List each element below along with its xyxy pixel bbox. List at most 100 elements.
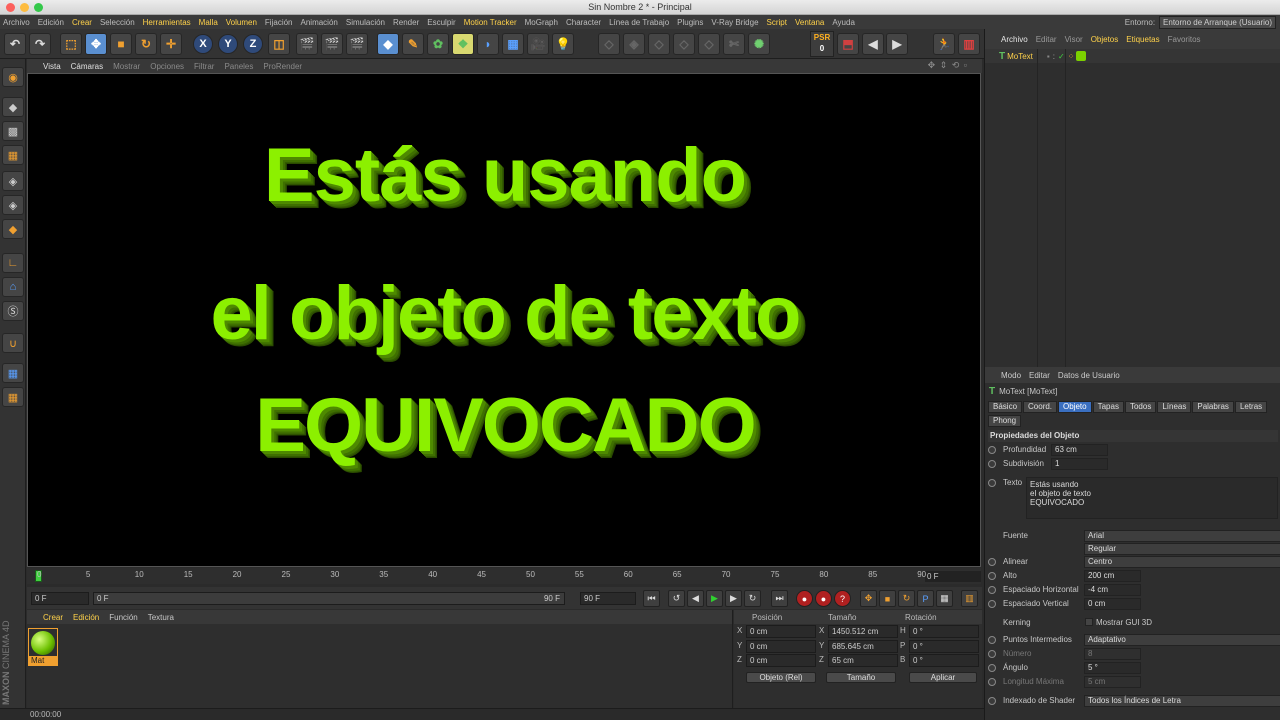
animate-dot[interactable] bbox=[988, 600, 996, 608]
previous-icon[interactable]: ◀ bbox=[862, 33, 884, 55]
subdivision-field[interactable]: 1 bbox=[1051, 458, 1108, 470]
points-mode-icon[interactable]: ◈ bbox=[2, 171, 24, 191]
environment-dropdown[interactable]: Entorno de Arranque (Usuario) bbox=[1159, 16, 1276, 29]
tab-letras[interactable]: Letras bbox=[1234, 401, 1268, 413]
material-menu-item[interactable]: Textura bbox=[148, 613, 174, 622]
render-picture-viewer-icon[interactable]: 🎬 bbox=[321, 33, 343, 55]
object-menu-item[interactable]: Archivo bbox=[1001, 35, 1028, 44]
height-field[interactable]: 200 cm bbox=[1084, 570, 1141, 582]
menu-item[interactable]: Render bbox=[393, 18, 419, 27]
texture-mode-icon[interactable]: ▩ bbox=[2, 121, 24, 141]
object-menu-item[interactable]: Visor bbox=[1065, 35, 1083, 44]
rotation-field[interactable]: 0 ° bbox=[909, 639, 979, 653]
viewport-menu-item[interactable]: Paneles bbox=[224, 62, 253, 71]
paint-icon[interactable]: ▦ bbox=[2, 387, 24, 407]
menu-item[interactable]: Ventana bbox=[795, 18, 824, 27]
viewport-menu-item[interactable]: Cámaras bbox=[71, 62, 103, 71]
viewport-menu-item[interactable]: Opciones bbox=[150, 62, 184, 71]
start-frame-field[interactable]: 0 F bbox=[31, 592, 89, 605]
size-field[interactable]: 685.645 cm bbox=[828, 639, 898, 653]
gui3d-checkbox[interactable] bbox=[1085, 618, 1093, 626]
animate-dot[interactable] bbox=[988, 678, 996, 686]
viewport-menu-item[interactable]: Vista bbox=[43, 62, 61, 71]
depth-field[interactable]: 63 cm bbox=[1051, 444, 1108, 456]
point-mode-icon[interactable]: ◇ bbox=[648, 33, 670, 55]
close-window-button[interactable] bbox=[6, 3, 15, 12]
redo-icon[interactable]: ↷ bbox=[29, 33, 51, 55]
interp-dropdown[interactable]: Adaptativo bbox=[1084, 634, 1280, 646]
workplane-mode-icon[interactable]: ▦ bbox=[2, 145, 24, 165]
snap-lock-icon[interactable]: ▦ bbox=[2, 363, 24, 383]
material-menu-item[interactable]: Crear bbox=[43, 613, 63, 622]
object-row[interactable]: T MoText ▪ : ✓ ⁘ bbox=[985, 49, 1280, 63]
coordinate-system-icon[interactable]: ◫ bbox=[268, 33, 290, 55]
deformer-icon[interactable]: ◗ bbox=[477, 33, 499, 55]
tab-todos[interactable]: Todos bbox=[1124, 401, 1157, 413]
hspace-field[interactable]: -4 cm bbox=[1084, 584, 1141, 596]
animate-dot[interactable] bbox=[988, 479, 996, 487]
scale-tool-icon[interactable]: ■ bbox=[110, 33, 132, 55]
render-view-icon[interactable]: 🎬 bbox=[296, 33, 318, 55]
viewport-navigation-icon[interactable]: ✥ ⇕ ⟲ ▫ bbox=[928, 60, 968, 71]
menu-item[interactable]: Fijación bbox=[265, 18, 293, 27]
material-menu-item[interactable]: Función bbox=[109, 613, 137, 622]
keyframe-selection-icon[interactable]: ? bbox=[834, 590, 851, 607]
tab-objeto[interactable]: Objeto bbox=[1058, 401, 1092, 413]
rotation-key-icon[interactable]: ↻ bbox=[898, 590, 915, 607]
play-icon[interactable]: ▶ bbox=[706, 590, 723, 607]
autokey-icon[interactable]: ● bbox=[815, 590, 832, 607]
array-icon[interactable]: ❖ bbox=[452, 33, 474, 55]
position-field[interactable]: 0 cm bbox=[746, 654, 816, 667]
axis-mode-icon[interactable]: ◇ bbox=[698, 33, 720, 55]
attribute-menu-item[interactable]: Modo bbox=[1001, 371, 1021, 380]
rotation-field[interactable]: 0 ° bbox=[909, 625, 979, 638]
previous-key-icon[interactable]: ↺ bbox=[668, 590, 685, 607]
animate-dot[interactable] bbox=[988, 664, 996, 672]
enabled-check-icon[interactable]: ✓ bbox=[1058, 52, 1065, 61]
menu-item[interactable]: Selección bbox=[100, 18, 135, 27]
axis-mode-left-icon[interactable]: ∟ bbox=[2, 253, 24, 273]
size-field[interactable]: 1450.512 cm bbox=[828, 625, 898, 638]
render-settings-icon[interactable]: 🎬 bbox=[346, 33, 368, 55]
angle-field[interactable]: 5 ° bbox=[1084, 662, 1141, 674]
object-menu-item[interactable]: Etiquetas bbox=[1126, 35, 1159, 44]
attribute-menu-item[interactable]: Editar bbox=[1029, 371, 1050, 380]
polygons-mode-icon[interactable]: ◆ bbox=[2, 219, 24, 239]
go-to-end-icon[interactable]: ⏭ bbox=[771, 590, 788, 607]
menu-item[interactable]: Línea de Trabajo bbox=[609, 18, 669, 27]
light-icon[interactable]: 💡 bbox=[552, 33, 574, 55]
render-region-icon[interactable]: ⬒ bbox=[837, 33, 859, 55]
tab-palabras[interactable]: Palabras bbox=[1192, 401, 1234, 413]
next-key-icon[interactable]: ↻ bbox=[744, 590, 761, 607]
end-frame-field[interactable]: 90 F bbox=[580, 592, 636, 605]
go-to-start-icon[interactable]: ⏮ bbox=[643, 590, 660, 607]
edges-mode-icon[interactable]: ◈ bbox=[2, 195, 24, 215]
font-style-dropdown[interactable]: Regular bbox=[1084, 543, 1280, 555]
undo-icon[interactable]: ↶ bbox=[4, 33, 26, 55]
timeline-layout-icon[interactable]: ▥ bbox=[961, 590, 978, 607]
material-swatch[interactable]: Mat bbox=[28, 628, 58, 666]
material-menu-item[interactable]: Edición bbox=[73, 613, 99, 622]
polygon-mode-icon[interactable]: ◇ bbox=[598, 33, 620, 55]
animate-dot[interactable] bbox=[988, 636, 996, 644]
animate-dot[interactable] bbox=[988, 586, 996, 594]
apply-button[interactable]: Aplicar bbox=[909, 672, 977, 683]
animate-dot[interactable] bbox=[988, 446, 996, 454]
model-mode-icon[interactable]: ◆ bbox=[2, 97, 24, 117]
material-tag-icon[interactable] bbox=[1076, 51, 1087, 61]
live-selection-icon[interactable]: ⬚ bbox=[60, 33, 82, 55]
workplane-icon[interactable]: ✺ bbox=[748, 33, 770, 55]
last-tool-icon[interactable]: ✛ bbox=[160, 33, 182, 55]
menu-item[interactable]: Archivo bbox=[3, 18, 30, 27]
viewport-menu-item[interactable]: ProRender bbox=[263, 62, 302, 71]
camera-icon[interactable]: 🎥 bbox=[527, 33, 549, 55]
position-field[interactable]: 0 cm bbox=[746, 625, 816, 638]
visibility-icon[interactable]: : bbox=[1053, 52, 1055, 61]
menu-item[interactable]: Character bbox=[566, 18, 601, 27]
attribute-menu-item[interactable]: Datos de Usuario bbox=[1058, 371, 1120, 380]
scale-key-icon[interactable]: ■ bbox=[879, 590, 896, 607]
vspace-field[interactable]: 0 cm bbox=[1084, 598, 1141, 610]
tab-lneas[interactable]: Líneas bbox=[1157, 401, 1192, 413]
pen-spline-icon[interactable]: ✎ bbox=[402, 33, 424, 55]
menu-item[interactable]: Esculpir bbox=[427, 18, 455, 27]
